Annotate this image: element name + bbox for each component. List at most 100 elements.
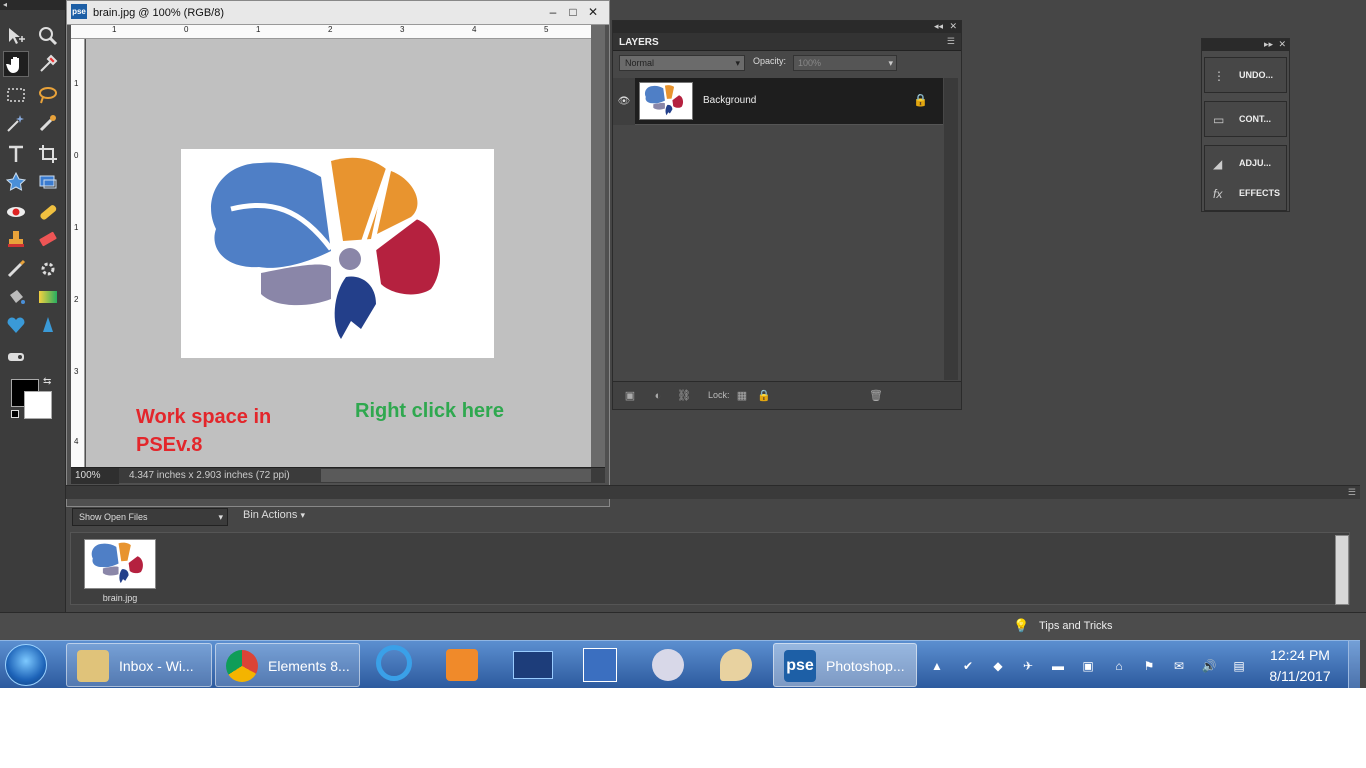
tray-app-icon[interactable]: ✈ (1020, 658, 1036, 674)
crop-tool-icon[interactable] (35, 141, 61, 167)
snipping-tool-icon[interactable] (648, 645, 688, 685)
network-app-icon[interactable] (580, 645, 620, 685)
effects-button[interactable]: fx EFFECTS (1205, 176, 1286, 210)
zoom-level-field[interactable]: 100% (71, 468, 119, 484)
close-icon[interactable]: ✕ (585, 4, 601, 20)
chevron-down-icon: ▾ (888, 58, 893, 68)
tray-app-icon[interactable]: ▬ (1050, 658, 1066, 674)
layers-panel-topbar[interactable]: ◂◂ ✕ (613, 21, 961, 33)
undo-history-button[interactable]: ⋮ UNDO... (1204, 57, 1287, 93)
taskbar-button-photoshop[interactable]: pse Photoshop... (773, 643, 917, 687)
effects-fx-icon: fx (1213, 187, 1223, 201)
hand-tool-icon[interactable] (3, 51, 29, 77)
magic-wand-tool-icon[interactable] (3, 110, 29, 136)
media-player-icon[interactable] (442, 645, 482, 685)
layer-name[interactable]: Background (703, 95, 756, 106)
background-color-swatch[interactable] (24, 391, 52, 419)
bin-scrollbar[interactable] (1335, 535, 1349, 605)
internet-explorer-icon[interactable] (376, 645, 416, 685)
clock-time[interactable]: 12:24 PM (1265, 647, 1335, 663)
straighten-tool-icon[interactable] (3, 344, 29, 370)
document-canvas[interactable]: Work space in PSEv.8 Right click here (86, 39, 591, 467)
document-horizontal-scrollbar[interactable] (321, 469, 591, 482)
document-vertical-scrollbar[interactable] (591, 25, 605, 467)
tools-panel-collapse[interactable]: ◂ (0, 0, 65, 10)
expand-panel-icon[interactable]: ▸▸ (1264, 39, 1273, 50)
gradient-tool-icon[interactable] (35, 284, 61, 310)
network-icon[interactable]: ▤ (1231, 658, 1247, 674)
ruler-number: 1 (112, 25, 117, 34)
clock-date[interactable]: 8/11/2017 (1262, 668, 1338, 684)
panel-bin-palette: ▸▸ ✕ ⋮ UNDO... ▭ CONT... ◢ ADJU... fx EF… (1201, 38, 1290, 212)
quick-selection-tool-icon[interactable] (35, 110, 61, 136)
maximize-icon[interactable]: □ (565, 4, 581, 20)
clone-stamp-tool-icon[interactable] (3, 226, 29, 252)
move-tool-icon[interactable] (3, 23, 29, 49)
bin-actions-label: Bin Actions (243, 509, 298, 521)
project-bin-divider[interactable]: ☰ (66, 485, 1360, 499)
zoom-tool-icon[interactable] (35, 23, 61, 49)
action-center-flag-icon[interactable]: ⚑ (1141, 658, 1157, 674)
paint-bucket-tool-icon[interactable] (3, 284, 29, 310)
adjustment-layer-icon[interactable]: ◐ (651, 389, 665, 403)
default-colors-icon[interactable] (11, 410, 19, 418)
red-eye-tool-icon[interactable] (3, 199, 29, 225)
taskbar-button-chrome[interactable]: Elements 8... (215, 643, 360, 687)
brain-image[interactable] (181, 149, 494, 358)
eyedropper-tool-icon[interactable] (35, 51, 61, 77)
adjustments-button[interactable]: ◢ ADJU... (1205, 146, 1286, 176)
tray-app-icon[interactable]: ⌂ (1111, 658, 1127, 674)
bin-menu-icon[interactable]: ☰ (1348, 487, 1356, 498)
palette-topbar[interactable]: ▸▸ ✕ (1202, 39, 1289, 51)
tray-app-icon[interactable]: ✉ (1171, 658, 1187, 674)
shape-tool-icon[interactable] (3, 169, 29, 195)
volume-icon[interactable]: 🔊 (1201, 658, 1217, 674)
tray-app-icon[interactable]: ◆ (990, 658, 1006, 674)
horizontal-ruler: 1 0 1 2 3 4 5 (71, 25, 591, 39)
opacity-field[interactable]: 100% ▾ (793, 55, 897, 71)
trash-icon[interactable]: 🗑 (869, 389, 883, 403)
cookie-cutter-tool-icon[interactable] (35, 169, 61, 195)
brush-tool-icon[interactable] (3, 256, 29, 282)
swap-colors-icon[interactable]: ⇆ (43, 376, 51, 387)
layers-scrollbar[interactable] (944, 78, 958, 380)
lock-all-icon[interactable]: 🔒 (757, 389, 771, 403)
content-button[interactable]: ▭ CONT... (1204, 101, 1287, 137)
close-panel-icon[interactable]: ✕ (949, 21, 957, 32)
eraser-tool-icon[interactable] (35, 226, 61, 252)
stocks-app-icon[interactable] (513, 645, 553, 685)
blend-mode-select[interactable]: Normal ▾ (619, 55, 745, 71)
start-button[interactable] (5, 644, 47, 686)
layer-row[interactable]: 👁 Background 🔒 (613, 78, 943, 125)
healing-brush-tool-icon[interactable] (35, 199, 61, 225)
smart-brush-tool-icon[interactable] (35, 256, 61, 282)
lasso-tool-icon[interactable] (35, 82, 61, 108)
taskbar-button-inbox[interactable]: Inbox - Wi... (66, 643, 212, 687)
lock-transparent-icon[interactable]: ▦ (735, 389, 749, 403)
norton-tray-icon[interactable]: ✔ (960, 658, 976, 674)
blur-tool-icon[interactable] (35, 312, 61, 338)
show-hidden-icons-icon[interactable]: ▲ (929, 658, 945, 674)
ruler-number: 4 (472, 25, 477, 34)
collapse-panel-icon[interactable]: ◂◂ (934, 21, 943, 32)
close-panel-icon[interactable]: ✕ (1278, 39, 1286, 50)
custom-shape-heart-tool-icon[interactable] (3, 312, 29, 338)
minimize-icon[interactable]: – (545, 4, 561, 20)
mail-icon (77, 650, 109, 682)
bin-file-thumbnail[interactable] (84, 539, 156, 589)
adjustments-icon: ◢ (1213, 157, 1223, 171)
link-layers-icon[interactable]: ⛓ (677, 389, 691, 403)
show-open-files-select[interactable]: Show Open Files ▾ (72, 508, 228, 526)
panel-menu-icon[interactable]: ☰ (947, 36, 955, 47)
document-size-info[interactable]: 4.347 inches x 2.903 inches (72 ppi) (129, 470, 290, 481)
tips-and-tricks-link[interactable]: Tips and Tricks (1039, 620, 1113, 632)
bin-actions-menu[interactable]: Bin Actions ▾ (243, 509, 305, 521)
marquee-tool-icon[interactable] (3, 82, 29, 108)
document-titlebar[interactable]: pse brain.jpg @ 100% (RGB/8) – □ ✕ (67, 1, 609, 25)
tray-app-icon[interactable]: ▣ (1080, 658, 1096, 674)
type-tool-icon[interactable] (3, 141, 29, 167)
eye-visibility-icon[interactable]: 👁 (613, 78, 635, 125)
paint-icon[interactable] (716, 645, 756, 685)
new-layer-icon[interactable]: ▣ (623, 389, 637, 403)
show-desktop-button[interactable] (1348, 641, 1360, 688)
